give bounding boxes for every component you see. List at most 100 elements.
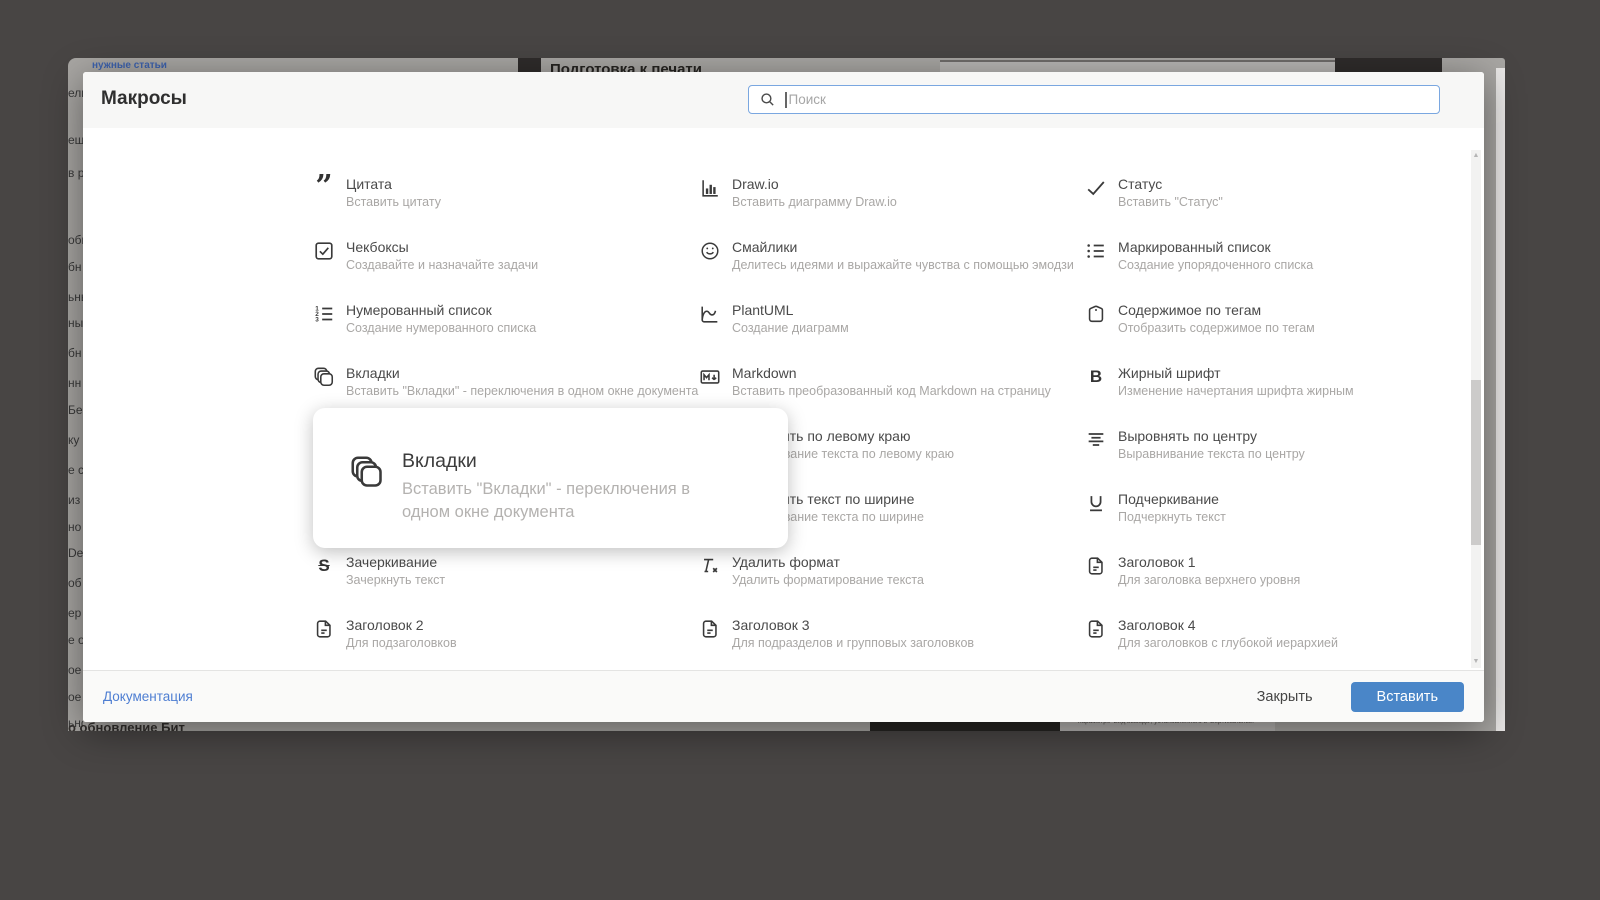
quote-icon: ” — [315, 169, 333, 204]
macros-dialog: Макросы Поиск ” Цитата Вставить цитату Draw… — [83, 72, 1484, 722]
background-text-fragment: из — [68, 493, 81, 507]
macro-item-title: Подчеркивание — [1118, 491, 1219, 507]
documentation-link[interactable]: Документация — [103, 689, 193, 704]
background-text-fragment: обь — [68, 233, 83, 247]
bold-icon: B — [1089, 367, 1103, 386]
background-text-fragment: бн — [68, 346, 82, 360]
macro-item-title: Зачеркивание — [346, 554, 438, 570]
background-page-edge — [1496, 68, 1505, 731]
search-input[interactable]: Поиск — [748, 85, 1440, 114]
svg-text:3: 3 — [315, 317, 319, 324]
background-text-fragment: De — [68, 546, 83, 560]
macro-item-emoji[interactable]: Смайлики Делитесь идеями и выражайте чувс… — [699, 239, 1074, 273]
macro-item-strikethrough[interactable]: S Зачеркивание Зачеркнуть текст — [313, 554, 445, 588]
desktop-background: нужные статьи Подготовка к печати елиещв… — [0, 0, 1600, 900]
macro-item-heading-1[interactable]: Заголовок 1 Для заголовка верхнего уровня — [1085, 554, 1300, 588]
macro-item-status[interactable]: Статус Вставить "Статус" — [1085, 176, 1223, 210]
macro-item-plantuml[interactable]: PlantUML Создание диаграмм — [699, 302, 849, 336]
background-text-fragment: Бег — [68, 403, 83, 417]
close-button[interactable]: Закрыть — [1251, 688, 1319, 706]
macro-item-title: Жирный шрифт — [1118, 365, 1221, 381]
macro-item-description: Выравнивание текста по центру — [1118, 447, 1305, 461]
scroll-down-icon[interactable]: ▼ — [1471, 657, 1481, 667]
macro-item-title: Заголовок 3 — [732, 617, 810, 633]
tabs-icon — [313, 366, 335, 388]
macro-item-description: Создание нумерованного списка — [346, 321, 537, 335]
macro-item-title: Markdown — [732, 365, 797, 381]
macro-item-title: Чекбоксы — [346, 239, 409, 255]
background-text-fragment: в р — [68, 166, 83, 180]
remove-format-icon — [699, 555, 721, 577]
macro-item-tabs[interactable]: Вкладки Вставить "Вкладки" - переключения… — [313, 365, 698, 399]
macro-item-checkboxes[interactable]: Чекбоксы Создавайте и назначайте задачи — [313, 239, 538, 273]
macro-item-description: Для заголовков с глубокой иерархией — [1118, 636, 1338, 650]
macro-item-description: Вставить цитату — [346, 195, 441, 209]
macro-grid: ” Цитата Вставить цитату Draw.io Вставить ди… — [83, 128, 1484, 670]
numbered-list-icon: 123 — [313, 303, 335, 325]
background-dark-block — [518, 58, 541, 72]
tooltip-title: Вкладки — [402, 450, 477, 472]
macro-item-markdown[interactable]: Markdown Вставить преобразованный код Mar… — [699, 365, 1051, 399]
strikethrough-icon: S — [318, 556, 330, 575]
macro-item-underline[interactable]: Подчеркивание Подчеркнуть текст — [1085, 491, 1226, 525]
background-text-fragment: ое — [68, 663, 82, 677]
document-icon — [313, 618, 335, 640]
macro-item-description: Удалить форматирование текста — [732, 573, 924, 587]
macro-item-numbered-list[interactable]: 1 2 3 Нумерованный список Создание нумерован… — [313, 302, 536, 336]
macro-item-description: Зачеркнуть текст — [346, 573, 446, 587]
scrollbar[interactable]: ▲ ▼ — [1471, 150, 1481, 668]
background-text-fragment: об — [68, 576, 82, 590]
macro-item-description: Отобразить содержимое по тегам — [1118, 321, 1315, 335]
document-icon — [699, 618, 721, 640]
macro-item-quote[interactable]: ” Цитата Вставить цитату — [313, 169, 441, 210]
background-text-fragment: бн — [68, 260, 82, 274]
search-icon — [759, 91, 776, 108]
markdown-icon — [699, 366, 721, 388]
background-text-fragment: ку — [68, 433, 80, 447]
document-icon — [1085, 555, 1107, 577]
macro-item-align-center[interactable]: Выровнять по центру Выравнивание текста п… — [1085, 428, 1305, 462]
tooltip-description: Вставить "Вкладки" - переключения в одно… — [402, 480, 691, 521]
macro-item-description: Вставить "Вкладки" - переключения в одно… — [346, 384, 699, 398]
scroll-up-icon[interactable]: ▲ — [1471, 151, 1481, 161]
area-chart-icon — [699, 303, 721, 325]
macro-item-bold[interactable]: B Жирный шрифт Изменение начертания шрифта… — [1085, 365, 1354, 399]
tabs-icon — [349, 454, 385, 490]
macro-item-heading-4[interactable]: Заголовок 4 Для заголовков с глубокой иер… — [1085, 617, 1338, 651]
smiley-icon — [699, 240, 721, 262]
macro-item-description: Вставить преобразованный код Markdown на… — [732, 384, 1051, 398]
macro-item-title: Заголовок 1 — [1118, 554, 1196, 570]
macro-item-description: Изменение начертания шрифта жирным — [1118, 384, 1354, 398]
macro-item-heading-2[interactable]: Заголовок 2 Для подзаголовков — [313, 617, 457, 651]
macro-item-content-by-tags[interactable]: Содержимое по тегам Отобразить содержимое… — [1085, 302, 1315, 336]
macro-item-bullet-list[interactable]: Маркированный список Создание упорядоченн… — [1085, 239, 1313, 273]
background-text-fragment: е о — [68, 633, 83, 647]
macro-item-title: Выровнять по центру — [1118, 428, 1257, 444]
macro-item-heading-3[interactable]: Заголовок 3 Для подразделов и групповых з… — [699, 617, 974, 651]
background-text-fragment: е с — [68, 463, 83, 477]
tag-icon — [1085, 303, 1107, 325]
macro-item-title: Статус — [1118, 176, 1163, 192]
macro-item-description: Для заголовка верхнего уровня — [1118, 573, 1301, 587]
macro-item-description: Вставить "Статус" — [1118, 195, 1223, 209]
insert-button[interactable]: Вставить — [1350, 681, 1464, 712]
background-text-fragment: ещ — [68, 133, 83, 147]
macro-item-title: Маркированный список — [1118, 239, 1271, 255]
dialog-title: Макросы — [101, 88, 187, 109]
background-text-fragment: ер — [68, 606, 82, 620]
dialog-footer: Документация Закрыть Вставить — [83, 670, 1484, 722]
dialog-header: Макросы Поиск — [83, 72, 1484, 129]
macro-item-title: Удалить формат — [732, 554, 840, 570]
background-text-fragment: ели — [68, 86, 83, 100]
checkbox-icon — [313, 240, 335, 262]
macro-item-description: Создавайте и назначайте задачи — [346, 258, 539, 272]
macro-item-description: Вставить диаграмму Draw.io — [732, 195, 897, 209]
scrollbar-thumb[interactable] — [1471, 380, 1481, 545]
macro-item-drawio[interactable]: Draw.io Вставить диаграмму Draw.io — [699, 176, 897, 210]
search-placeholder: Поиск — [788, 92, 826, 107]
macro-item-remove-format[interactable]: Удалить формат Удалить форматирование тек… — [699, 554, 924, 588]
macro-item-title: Смайлики — [732, 239, 798, 255]
macro-item-description: Делитесь идеями и выражайте чувства с по… — [732, 258, 1074, 272]
underline-icon — [1085, 492, 1107, 514]
background-dark-block — [1335, 58, 1442, 72]
